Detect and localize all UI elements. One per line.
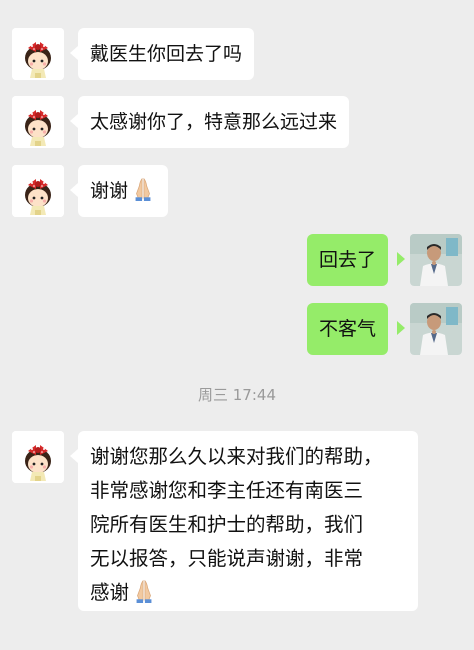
message-text: 感谢 [90, 581, 130, 604]
doctor-avatar-icon [410, 234, 462, 286]
message-text: 不客气 [319, 318, 377, 340]
message-line: 院所有医生和护士的帮助，我们 [90, 513, 364, 536]
my-avatar[interactable] [410, 234, 462, 286]
message-text: 戴医生你回去了吗 [90, 43, 243, 65]
incoming-message-bubble[interactable]: 谢谢 [78, 165, 169, 217]
girl-avatar-icon [12, 165, 64, 217]
timestamp: 周三 17:44 [198, 386, 276, 404]
message-text: 谢谢 [90, 180, 129, 202]
message-text: 太感谢你了，特意那么远过来 [90, 111, 338, 133]
incoming-message-bubble[interactable]: 谢谢您那么久以来对我们的帮助， 非常感谢您和李主任还有南医三 院所有医生和护士的… [78, 431, 418, 611]
contact-avatar[interactable] [12, 28, 64, 80]
folded-hands-icon [130, 175, 156, 201]
girl-avatar-icon [12, 431, 64, 483]
incoming-message-bubble[interactable]: 戴医生你回去了吗 [78, 28, 255, 80]
message-line: 谢谢您那么久以来对我们的帮助， [90, 445, 383, 468]
bubble-tail [70, 183, 78, 197]
doctor-avatar-icon [410, 303, 462, 355]
my-avatar[interactable] [410, 303, 462, 355]
girl-avatar-icon [12, 96, 64, 148]
bubble-tail [397, 321, 405, 335]
folded-hands-icon [131, 577, 157, 603]
message-line: 无以报答，只能说声谢谢，非常 [90, 547, 364, 570]
contact-avatar[interactable] [12, 165, 64, 217]
outgoing-message-bubble[interactable]: 回去了 [307, 234, 389, 286]
girl-avatar-icon [12, 28, 64, 80]
bubble-tail [70, 46, 78, 60]
incoming-message-bubble[interactable]: 太感谢你了，特意那么远过来 [78, 96, 350, 148]
outgoing-message-bubble[interactable]: 不客气 [307, 303, 389, 355]
message-text: 回去了 [319, 249, 377, 271]
message-line-last: 感谢 [90, 576, 406, 610]
message-line: 非常感谢您和李主任还有南医三 [90, 479, 364, 502]
bubble-tail [70, 114, 78, 128]
contact-avatar[interactable] [12, 431, 64, 483]
bubble-tail [397, 252, 405, 266]
contact-avatar[interactable] [12, 96, 64, 148]
bubble-tail [70, 449, 78, 463]
